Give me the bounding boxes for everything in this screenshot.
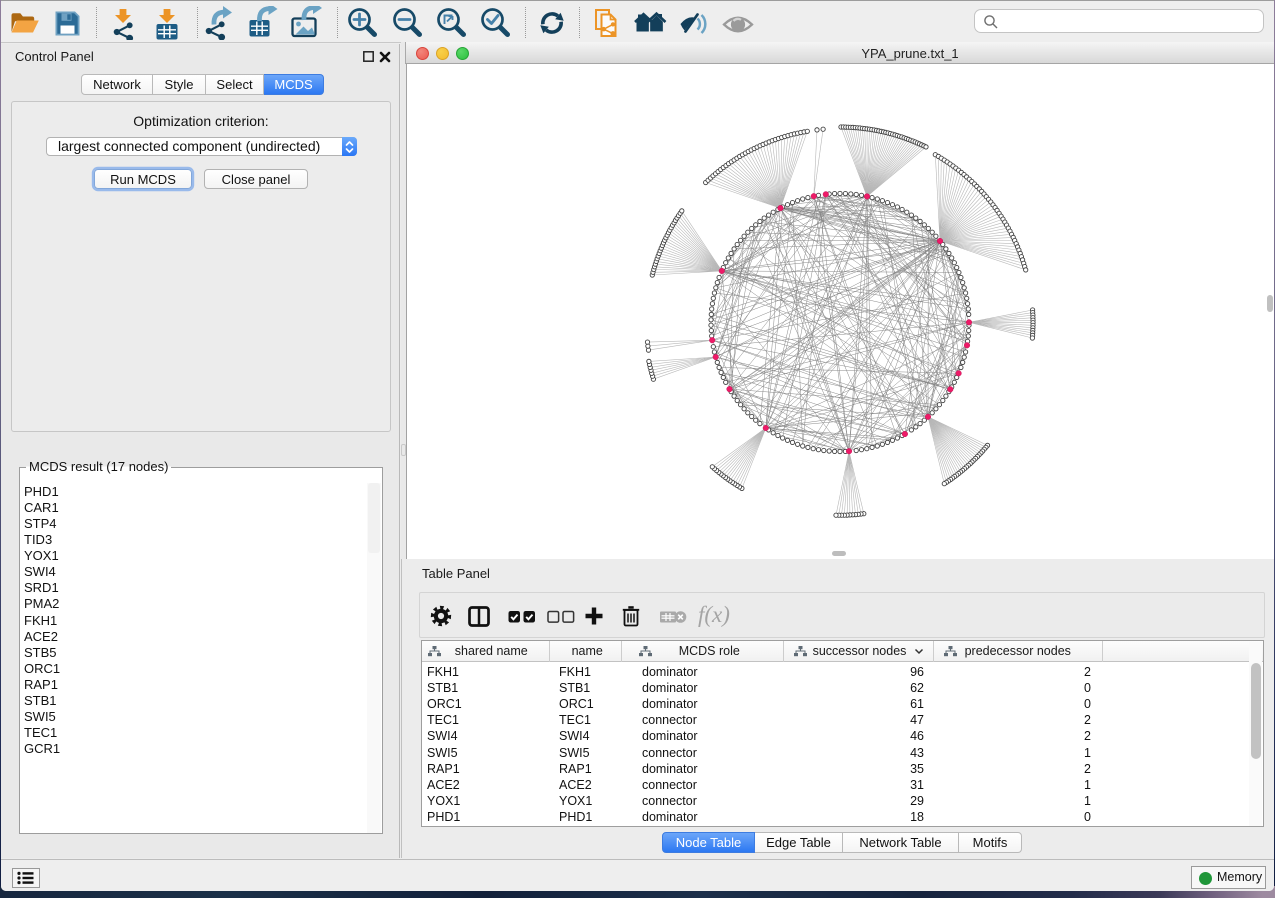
svg-text:f(x): f(x) [698,602,730,627]
